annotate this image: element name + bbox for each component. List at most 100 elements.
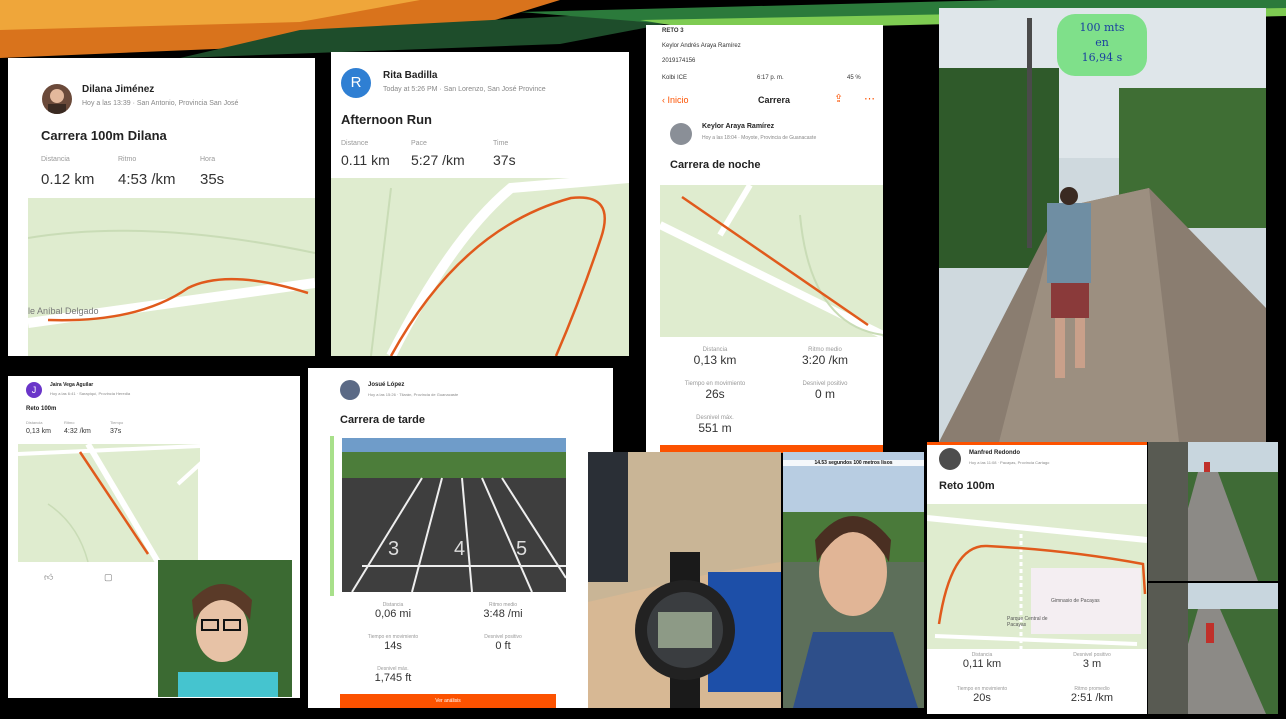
stat-label: Pace xyxy=(411,140,427,147)
activity-card-dilana[interactable]: Dilana Jiménez Hoy a las 13:39 · San Ant… xyxy=(8,58,315,356)
athlete-selfie xyxy=(158,560,292,697)
back-button[interactable]: ‹ Inicio xyxy=(662,95,689,105)
stat-value: 5:27 /km xyxy=(411,152,465,168)
avatar: J xyxy=(26,382,42,398)
activity-subtitle: Hoy a las 15:26 · Tilarán, Provincia de … xyxy=(368,392,459,397)
athlete-name: Rita Badilla xyxy=(383,70,438,81)
stat-cell: Desnivel máx. 551 m xyxy=(660,415,770,435)
stat-cell: Distancia 0,13 km xyxy=(660,347,770,367)
stat-value: 14s xyxy=(384,640,402,652)
annotation-line: en xyxy=(1095,36,1109,49)
annotation-line: 100 mts xyxy=(1079,21,1125,34)
stat-cell: Desnivel positivo 3 m xyxy=(1037,652,1147,670)
stat-cell: Desnivel positivo 0 ft xyxy=(448,634,558,652)
side-accent xyxy=(330,436,334,596)
stat-cell: Tiempo en movimiento 14s xyxy=(338,634,448,652)
activity-card-josue[interactable]: Josué López Hoy a las 15:26 · Tilarán, P… xyxy=(308,368,613,708)
runner-road-photo: 100 mts en 16,94 s xyxy=(939,8,1266,442)
stat-value: 2:51 /km xyxy=(1070,692,1114,704)
athlete-selfie-2: 14.53 segundos 100 metros lisos xyxy=(783,452,924,708)
comment-icon[interactable]: ▢ xyxy=(104,572,113,583)
activity-card-keylor[interactable]: RETO 3 Keylor Andrés Araya Ramírez 20191… xyxy=(646,25,883,453)
track-photo: 3 4 5 xyxy=(342,438,566,592)
activity-title: Reto 100m xyxy=(26,406,57,412)
street-label: le Aníbal Delgado xyxy=(28,306,99,316)
analysis-button-label: Ver análisis xyxy=(435,698,461,704)
stat-label: Ritmo xyxy=(64,420,75,425)
stat-value: 35s xyxy=(200,171,225,188)
stat-label: Distancia xyxy=(41,156,70,163)
stat-label: Time xyxy=(493,140,509,147)
header-text: RETO 3 xyxy=(662,28,684,34)
track-lane-number: 5 xyxy=(516,538,528,560)
activity-card-manfred[interactable]: Manfred Redondo Hoy a las 11:08 · Pacaya… xyxy=(927,442,1147,714)
stat-cell: Distancia 0,06 mi xyxy=(338,602,448,620)
stat-value: 3 m xyxy=(1082,658,1102,670)
stat-value: 0.11 km xyxy=(341,152,390,168)
athlete-name: Manfred Redondo xyxy=(969,450,1020,456)
avatar-letter: J xyxy=(31,385,37,395)
avatar xyxy=(670,123,692,145)
stat-value: 26s xyxy=(705,387,725,401)
activity-subtitle: Hoy a las 18:04 · Moyote, Provincia de G… xyxy=(702,135,817,141)
activity-subtitle: Hoy a las 6:41 · Sarapiquí, Provincia He… xyxy=(50,391,131,396)
stat-cell: Ritmo promedio 2:51 /km xyxy=(1037,686,1147,704)
stat-value: 0,13 km xyxy=(693,353,737,367)
activity-subtitle: Hoy a las 11:08 · Pacayas, Provincia Car… xyxy=(969,460,1050,465)
path-runner-photo-bottom xyxy=(1148,583,1278,714)
avatar xyxy=(340,380,360,400)
stat-value: 37s xyxy=(493,152,516,168)
stat-cell: Distancia 0,11 km xyxy=(927,652,1037,670)
route-map[interactable]: Gimnasio de Pacayas Parque Central de Pa… xyxy=(927,504,1147,649)
activity-card-rita[interactable]: R Rita Badilla Today at 5:26 PM · San Lo… xyxy=(331,52,629,356)
stat-value: 0,13 km xyxy=(26,428,51,435)
stat-value: 4:32 /km xyxy=(64,428,91,435)
annotation-line: 16,94 s xyxy=(1081,51,1123,64)
analysis-button[interactable]: Ver análisis xyxy=(340,694,556,708)
stat-label: Tiempo xyxy=(110,420,124,425)
more-icon[interactable]: ⋯ xyxy=(864,92,875,105)
track-lane-number: 3 xyxy=(388,538,400,560)
route-map[interactable] xyxy=(18,444,200,562)
activity-card-jaira[interactable]: J Jaira Vega Aguilar Hoy a las 6:41 · Sa… xyxy=(8,376,300,698)
stat-value: 3:20 /km xyxy=(801,353,849,367)
status-bar: Kolbi ICE 6:17 p. m. 45 % xyxy=(662,75,872,81)
route-map[interactable] xyxy=(660,185,883,337)
path-runner-photo-top xyxy=(1148,442,1278,581)
stat-value: 0,06 mi xyxy=(374,608,412,620)
stat-cell: Tiempo en movimiento 20s xyxy=(927,686,1037,704)
nav-title: Carrera xyxy=(758,95,791,105)
activity-title: Carrera de noche xyxy=(670,159,761,171)
carrier: Kolbi ICE xyxy=(662,75,688,81)
stat-value: 1,745 ft xyxy=(374,672,412,684)
stat-value: 4:53 /km xyxy=(118,171,176,188)
stat-value: 0,11 km xyxy=(962,658,1002,670)
share-icon[interactable]: ⇪ xyxy=(834,92,843,105)
header-text: Keylor Andrés Araya Ramírez xyxy=(662,43,741,49)
activity-subtitle: Today at 5:26 PM · San Lorenzo, San José… xyxy=(383,86,546,93)
route-map[interactable] xyxy=(331,178,629,356)
route-map[interactable]: le Aníbal Delgado xyxy=(28,198,315,356)
stat-cell: Desnivel positivo 0 m xyxy=(770,381,880,401)
stat-value: 20s xyxy=(973,692,991,704)
athlete-name: Dilana Jiménez xyxy=(82,84,155,95)
avatar-letter: R xyxy=(350,74,362,91)
activity-title: Carrera de tarde xyxy=(340,414,425,426)
stat-cell: Ritmo medio 3:48 /mi xyxy=(448,602,558,620)
activity-subtitle: Hoy a las 13:39 · San Antonio, Provincia… xyxy=(82,100,239,107)
stat-label: Distancia xyxy=(26,420,43,425)
stat-value: 0.12 km xyxy=(41,171,95,188)
status-time: 6:17 p. m. xyxy=(757,75,784,81)
like-icon[interactable]: 👍︎ xyxy=(44,572,53,583)
stopwatch-photo xyxy=(588,452,781,708)
stat-label: Ritmo xyxy=(118,156,137,163)
stat-value: 0 ft xyxy=(495,640,511,652)
battery: 45 % xyxy=(847,75,861,81)
avatar xyxy=(939,448,961,470)
athlete-name: Josué López xyxy=(368,382,405,388)
map-label: Parque Central de Pacayas xyxy=(1007,616,1048,628)
athlete-name: Jaira Vega Aguilar xyxy=(50,382,94,388)
top-orange-bar xyxy=(927,442,1147,445)
handwritten-annotation: 100 mts en 16,94 s xyxy=(1057,14,1147,76)
map-label: Gimnasio de Pacayas xyxy=(1051,598,1100,604)
